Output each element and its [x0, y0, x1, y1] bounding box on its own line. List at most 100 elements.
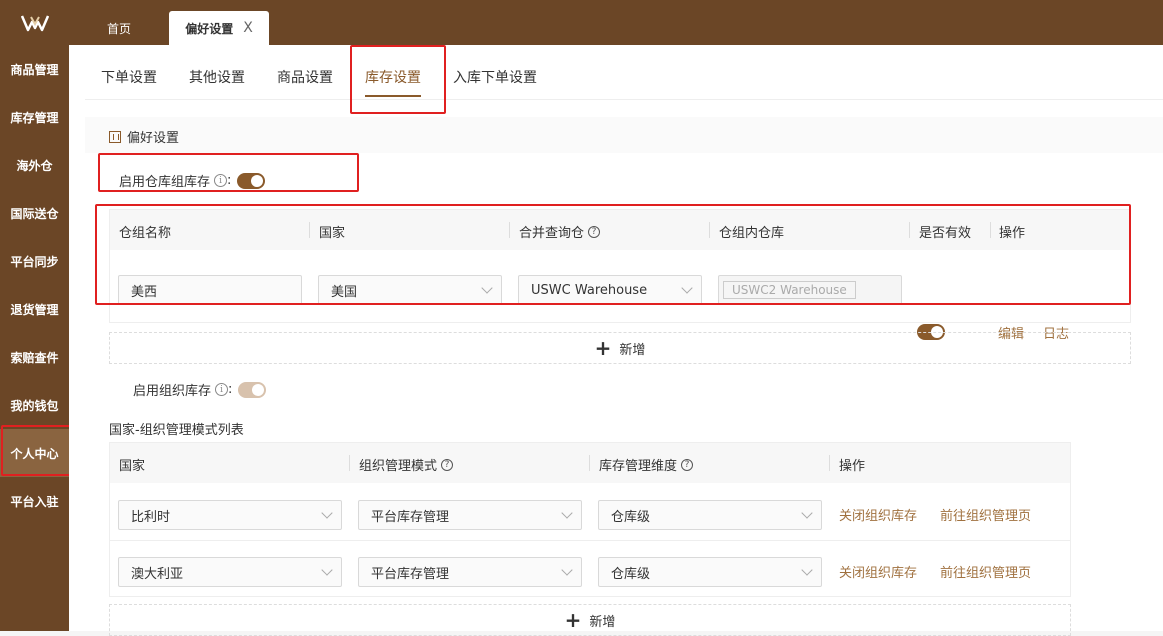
country-value: 澳大利亚 — [131, 566, 184, 582]
chevron-down-icon — [801, 564, 813, 576]
close-icon[interactable]: X — [243, 20, 253, 36]
info-icon[interactable]: i — [214, 174, 228, 187]
org-toggle[interactable] — [238, 381, 267, 398]
warehouse-group-toggle-row: 启用仓库组库存 i : — [119, 171, 266, 190]
question-icon[interactable]: ? — [441, 458, 454, 471]
org-toggle-label: 启用组织库存 — [133, 384, 212, 399]
section-header — [85, 117, 1163, 153]
group-name-value: 美西 — [131, 284, 158, 300]
sidebar-item-platform-sync[interactable]: 平台同步 — [0, 237, 69, 285]
org-toggle-row: 启用组织库存 i : — [133, 380, 267, 399]
sidebar-item-label: 库存管理 — [10, 110, 59, 125]
sidebar-item-inventory[interactable]: 库存管理 — [0, 93, 69, 141]
main-content: 下单设置 其他设置 商品设置 库存设置 入库下单设置 偏好设置 启用仓库组库存 … — [69, 45, 1163, 636]
header-org-mode: 组织管理模式? — [359, 455, 454, 474]
go-org-management-link[interactable]: 前往组织管理页 — [940, 505, 1031, 524]
merge-warehouse-value: USWC Warehouse — [531, 282, 648, 298]
header-group-name: 仓组名称 — [119, 226, 172, 241]
chevron-down-icon — [801, 507, 813, 519]
add-org-mode-button[interactable]: + 新增 — [109, 604, 1071, 636]
table-header: 国家 组织管理模式? 库存管理维度? 操作 — [110, 443, 1070, 483]
chevron-down-icon — [321, 564, 333, 576]
org-mode-value: 平台库存管理 — [371, 566, 450, 582]
country-select[interactable]: 比利时 — [118, 500, 342, 530]
sidebar-item-personal-center[interactable]: 个人中心 — [0, 429, 69, 477]
header-actions: 操作 — [839, 459, 866, 474]
dimension-value: 仓库级 — [611, 566, 651, 582]
section-title: 偏好设置 — [109, 127, 179, 146]
sidebar-item-label: 国际送仓 — [10, 206, 59, 221]
header-org-mode-label: 组织管理模式 — [359, 459, 438, 474]
sidebar-item-international-shipping[interactable]: 国际送仓 — [0, 189, 69, 237]
close-org-inventory-link[interactable]: 关闭组织库存 — [839, 562, 917, 581]
settings-icon — [109, 130, 121, 143]
sidebar-item-platform-onboarding[interactable]: 平台入驻 — [0, 477, 69, 525]
header-inner-warehouse: 仓组内仓库 — [719, 226, 785, 241]
toggle-colon: : — [227, 173, 232, 188]
plus-icon: + — [594, 336, 612, 360]
country-select[interactable]: 澳大利亚 — [118, 557, 342, 587]
country-value: 美国 — [331, 284, 358, 300]
sidebar-item-label: 退货管理 — [10, 302, 59, 317]
tab-preferences[interactable]: 偏好设置 X — [169, 11, 269, 45]
merge-warehouse-select[interactable]: USWC Warehouse — [518, 275, 702, 305]
dimension-select[interactable]: 仓库级 — [598, 557, 822, 587]
tab-home[interactable]: 首页 — [85, 11, 153, 45]
sidebar-item-label: 索赔查件 — [10, 350, 59, 365]
sidebar-item-claims[interactable]: 索赔查件 — [0, 333, 69, 381]
subtab-inventory-settings[interactable]: 库存设置 — [365, 67, 421, 97]
question-icon[interactable]: ? — [681, 458, 694, 471]
sidebar-item-label: 平台入驻 — [10, 494, 59, 509]
sidebar-item-label: 个人中心 — [10, 446, 59, 461]
header-dimension: 库存管理维度? — [599, 455, 694, 474]
close-org-inventory-link[interactable]: 关闭组织库存 — [839, 505, 917, 524]
header-country: 国家 — [119, 459, 146, 474]
dimension-select[interactable]: 仓库级 — [598, 500, 822, 530]
add-label: 新增 — [589, 614, 616, 630]
chevron-down-icon — [561, 507, 573, 519]
section-title-text: 偏好设置 — [127, 131, 180, 146]
add-label: 新增 — [619, 342, 646, 358]
chevron-down-icon — [681, 282, 693, 294]
sidebar-item-products[interactable]: 商品管理 — [0, 45, 69, 93]
org-table: 国家 组织管理模式? 库存管理维度? 操作 比利时 平台库存管理 仓库级 关闭组… — [109, 442, 1071, 597]
sidebar-item-wallet[interactable]: 我的钱包 — [0, 381, 69, 429]
country-value: 比利时 — [131, 509, 171, 525]
sidebar-item-label: 平台同步 — [10, 254, 59, 269]
inner-warehouse-select[interactable]: USWC2 Warehouse — [718, 275, 902, 305]
group-name-input[interactable]: 美西 — [118, 275, 302, 305]
go-org-management-link[interactable]: 前往组织管理页 — [940, 562, 1031, 581]
subtab-product-settings[interactable]: 商品设置 — [277, 67, 333, 87]
warehouse-group-toggle-label: 启用仓库组库存 — [119, 175, 211, 190]
chevron-down-icon — [481, 282, 493, 294]
plus-icon: + — [564, 608, 582, 632]
tab-home-label: 首页 — [106, 21, 131, 36]
settings-subtabs: 下单设置 其他设置 商品设置 库存设置 入库下单设置 — [85, 45, 1163, 100]
warehouse-group-table: 仓组名称 国家 合并查询仓? 仓组内仓库 是否有效 操作 美西 美国 USWC … — [109, 209, 1131, 342]
subtab-order-settings[interactable]: 下单设置 — [101, 67, 157, 87]
warehouse-tag: USWC2 Warehouse — [723, 281, 856, 299]
add-warehouse-group-button[interactable]: + 新增 — [109, 332, 1131, 364]
warehouse-group-toggle[interactable] — [237, 172, 266, 189]
tab-preferences-label: 偏好设置 — [185, 21, 234, 36]
org-mode-select[interactable]: 平台库存管理 — [358, 500, 582, 530]
org-mode-value: 平台库存管理 — [371, 509, 450, 525]
sidebar-item-returns[interactable]: 退货管理 — [0, 285, 69, 333]
header-merge-warehouse-label: 合并查询仓 — [519, 226, 585, 241]
sidebar-item-label: 我的钱包 — [10, 398, 59, 413]
org-list-title: 国家-组织管理模式列表 — [109, 423, 244, 438]
question-icon[interactable]: ? — [588, 225, 601, 238]
chevron-down-icon — [321, 507, 333, 519]
info-icon[interactable]: i — [215, 383, 229, 396]
dimension-value: 仓库级 — [611, 509, 651, 525]
org-mode-select[interactable]: 平台库存管理 — [358, 557, 582, 587]
subtab-other-settings[interactable]: 其他设置 — [189, 67, 245, 87]
logo-icon[interactable] — [0, 0, 69, 45]
subtab-inbound-order-settings[interactable]: 入库下单设置 — [453, 67, 537, 87]
sidebar-item-overseas-warehouse[interactable]: 海外仓 — [0, 141, 69, 189]
country-select[interactable]: 美国 — [318, 275, 502, 305]
sidebar: 商品管理 库存管理 海外仓 国际送仓 平台同步 退货管理 索赔查件 我的钱包 个… — [0, 45, 69, 631]
header-actions: 操作 — [999, 226, 1026, 241]
header-dimension-label: 库存管理维度 — [599, 459, 678, 474]
header-merge-warehouse: 合并查询仓? — [519, 222, 601, 241]
